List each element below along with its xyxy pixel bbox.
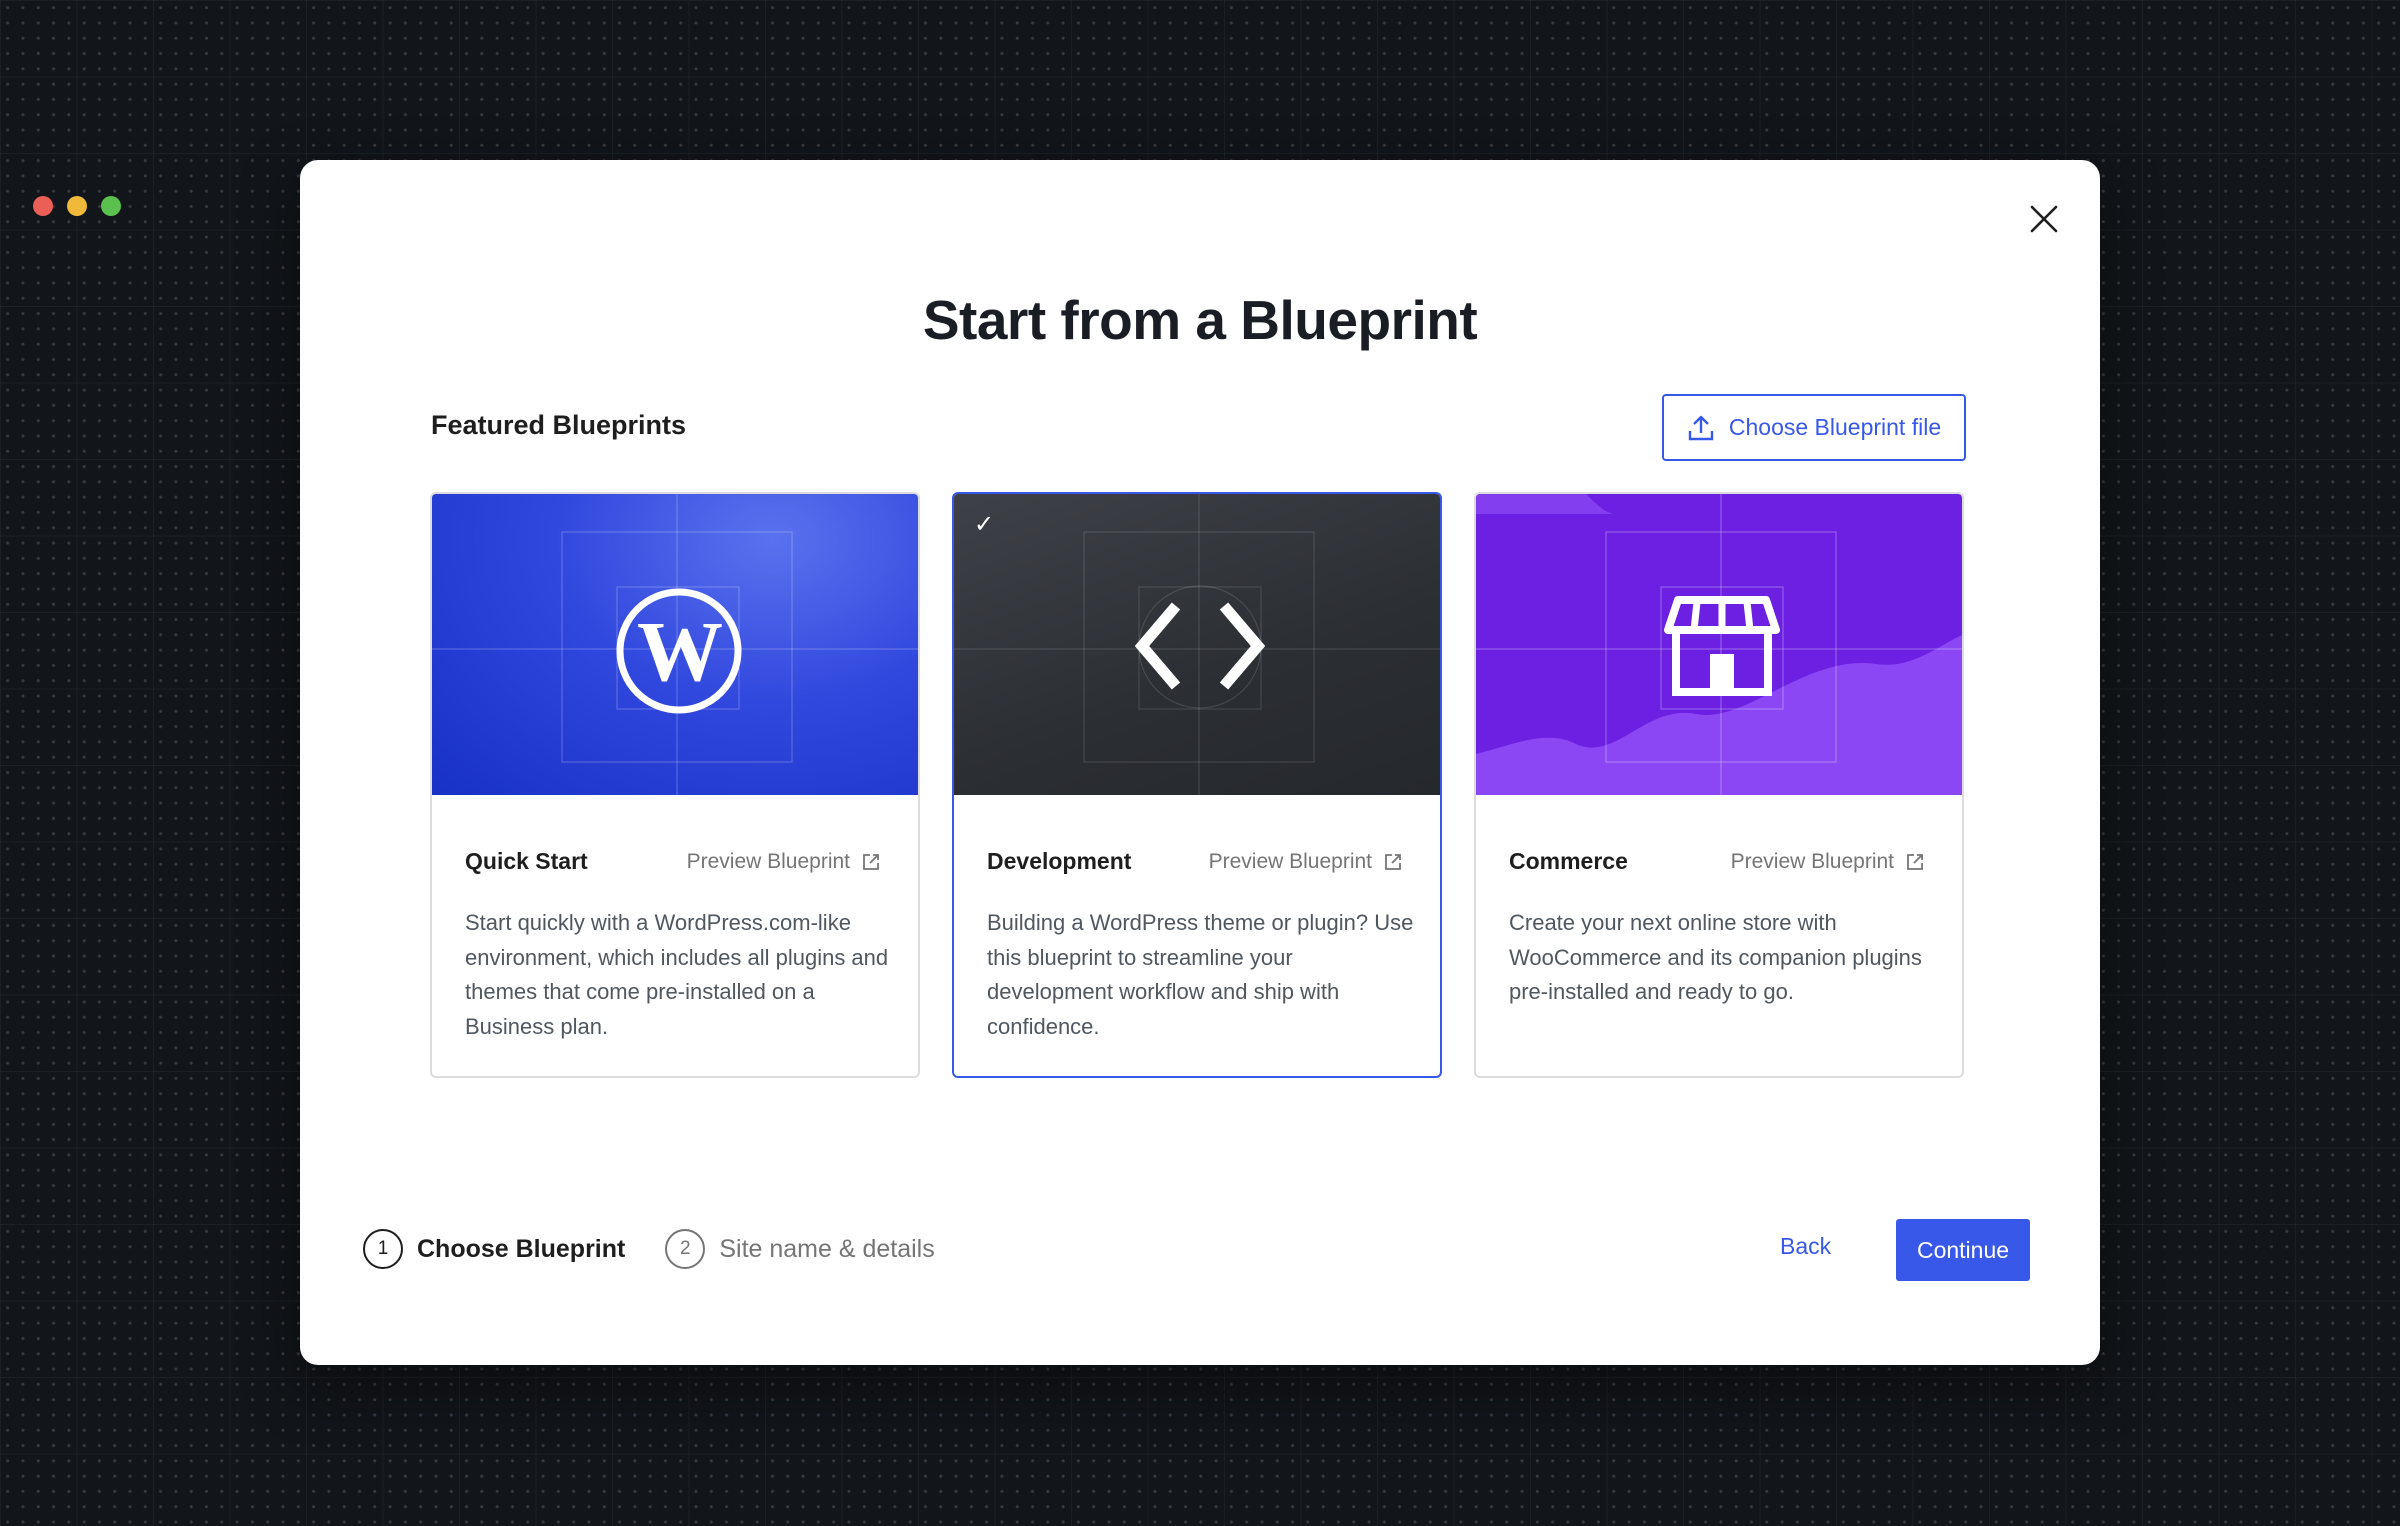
card-description: Create your next online store with WooCo… [1509,910,1922,1004]
back-button[interactable]: Back [1780,1233,1831,1260]
blueprint-card-commerce[interactable]: Commerce Preview Blueprint Create your n… [1474,492,1964,1078]
preview-blueprint-link[interactable]: Preview Blueprint [1209,850,1402,874]
card-description: Start quickly with a WordPress.com-like … [465,910,889,1039]
section-label: Featured Blueprints [431,410,687,440]
storefront-icon [1664,596,1780,696]
card-hero: ✓ [954,494,1440,795]
preview-label: Preview Blueprint [1730,850,1894,873]
step-label: Choose Blueprint [417,1234,626,1263]
preview-label: Preview Blueprint [1208,850,1372,873]
window-close-dot[interactable] [33,196,53,216]
card-description: Building a WordPress theme or plugin? Us… [987,910,1414,1039]
card-title: Development [987,848,1132,874]
selected-check-icon: ✓ [974,511,995,538]
preview-blueprint-link[interactable]: Preview Blueprint [1731,850,1924,874]
preview-label: Preview Blueprint [686,850,850,873]
close-icon [2030,205,2058,233]
external-link-icon [863,854,879,870]
preview-blueprint-link[interactable]: Preview Blueprint [687,850,880,874]
choose-blueprint-file-label: Choose Blueprint file [1728,414,1942,440]
stepper: 1 Choose Blueprint 2 Site name & details [363,1229,935,1269]
external-link-icon [1385,854,1401,870]
window-minimize-dot[interactable] [67,196,87,216]
window-controls [33,196,121,216]
card-hero [1476,494,1962,795]
wordpress-logo-icon: W [616,588,742,714]
step-number: 2 [665,1229,706,1269]
window-zoom-dot[interactable] [101,196,121,216]
step-label: Site name & details [719,1234,935,1263]
blueprint-card-development[interactable]: ✓ Development Preview Blueprint Building… [952,492,1442,1078]
external-link-icon [1907,854,1923,870]
svg-text:W: W [637,603,723,699]
card-title: Quick Start [465,848,588,874]
close-button[interactable] [2024,199,2064,239]
continue-button[interactable]: Continue [1896,1219,2030,1281]
blueprint-card-quick-start[interactable]: W Quick Start Preview Blueprint Start qu… [430,492,920,1078]
step-site-details: 2 Site name & details [665,1229,935,1269]
card-title: Commerce [1509,848,1628,874]
upload-icon [1688,415,1714,440]
page-title: Start from a Blueprint [922,289,1478,351]
step-number: 1 [363,1229,403,1269]
step-choose-blueprint: 1 Choose Blueprint [363,1229,625,1269]
choose-blueprint-file-button[interactable]: Choose Blueprint file [1662,394,1966,461]
card-hero: W [432,494,918,795]
code-brackets-icon [1134,602,1266,690]
